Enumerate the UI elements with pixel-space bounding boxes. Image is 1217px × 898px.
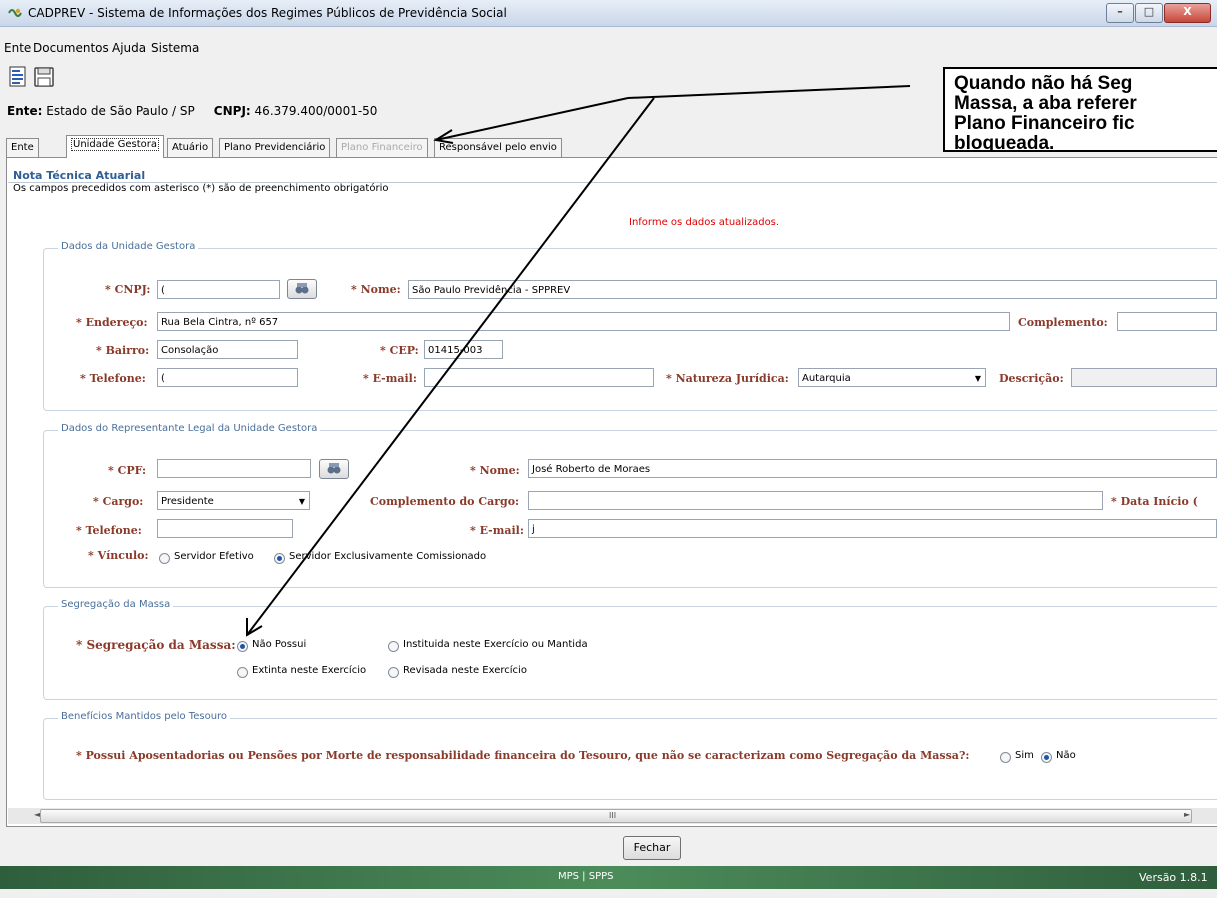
descricao-label: Descrição: <box>999 372 1064 385</box>
cargo-label: * Cargo: <box>93 495 144 508</box>
menu-ajuda[interactable]: Ajuda <box>112 41 146 55</box>
cpf-lookup-button[interactable] <box>319 459 349 479</box>
vinculo-label: * Vínculo: <box>88 549 149 562</box>
vinculo-comissionado-label: Servidor Exclusivamente Comissionado <box>289 551 487 562</box>
segregacao-group-title: Segregação da Massa <box>58 599 174 610</box>
complemento-input[interactable] <box>1117 312 1217 331</box>
rep-email-label: * E-mail: <box>470 524 524 537</box>
required-note: Os campos precedidos com asterisco (*) s… <box>13 183 389 194</box>
natureza-select[interactable]: Autarquia ▼ <box>798 368 986 387</box>
menu-sistema[interactable]: Sistema <box>151 41 199 55</box>
menu-ente[interactable]: Ente <box>4 41 31 55</box>
ente-info: Ente: Estado de São Paulo / SP CNPJ: 46.… <box>7 104 377 118</box>
annotation-leader-line <box>627 85 911 99</box>
maximize-button[interactable]: □ <box>1135 3 1163 23</box>
save-icon[interactable] <box>33 66 55 88</box>
tab-ente[interactable]: Ente <box>6 138 39 157</box>
document-icon[interactable] <box>7 66 29 88</box>
window-title: CADPREV - Sistema de Informações dos Reg… <box>28 6 507 20</box>
tab-plano-previdenciario[interactable]: Plano Previdenciário <box>219 138 331 157</box>
vinculo-efetivo-radio[interactable] <box>159 553 170 564</box>
dropdown-arrow-icon: ▼ <box>298 497 305 506</box>
tab-unidade-gestora[interactable]: Unidade Gestora <box>66 135 164 158</box>
cnpj-value: 46.379.400/0001-50 <box>254 104 378 118</box>
rep-nome-label: * Nome: <box>470 464 520 477</box>
bairro-label: * Bairro: <box>96 344 150 357</box>
info-message: Informe os dados atualizados. <box>629 217 780 228</box>
scrollbar-grip: III <box>609 811 617 820</box>
ente-value: Estado de São Paulo / SP <box>46 104 195 118</box>
rep-telefone-label: * Telefone: <box>76 524 142 537</box>
telefone-input[interactable]: ( <box>157 368 298 387</box>
cep-label: * CEP: <box>380 344 419 357</box>
beneficios-sim-label: Sim <box>1015 750 1034 761</box>
rep-nome-input[interactable]: José Roberto de Moraes <box>528 459 1217 478</box>
cadprev-logo-icon <box>8 8 22 17</box>
beneficios-nao-radio[interactable] <box>1041 752 1052 763</box>
close-button[interactable]: X <box>1164 3 1211 23</box>
binoculars-icon <box>295 283 309 294</box>
cpf-input[interactable] <box>157 459 311 478</box>
ente-label: Ente: <box>7 104 43 118</box>
arrow-to-tab-line <box>435 97 629 141</box>
annotation-callout: Quando não há Seg Massa, a aba referer P… <box>943 67 1217 152</box>
vinculo-efetivo-label: Servidor Efetivo <box>174 551 254 562</box>
cnpj-label: CNPJ: <box>213 104 251 118</box>
section-title: Nota Técnica Atuarial <box>13 169 146 182</box>
vinculo-comissionado-radio[interactable] <box>274 553 285 564</box>
cnpj-lookup-button[interactable] <box>287 279 317 299</box>
segregacao-extinta-radio[interactable] <box>237 667 248 678</box>
dropdown-arrow-icon: ▼ <box>974 374 981 383</box>
cep-input[interactable]: 01415-003 <box>424 340 503 359</box>
segregacao-extinta-label: Extinta neste Exercício <box>252 665 367 676</box>
telefone-label: * Telefone: <box>80 372 146 385</box>
complemento-cargo-label: Complemento do Cargo: <box>370 495 520 508</box>
tab-plano-financeiro: Plano Financeiro <box>336 138 428 157</box>
rep-email-input[interactable]: j <box>528 519 1217 538</box>
status-center-text: MPS | SPPS <box>558 871 614 882</box>
natureza-label: * Natureza Jurídica: <box>666 372 789 385</box>
email-input[interactable] <box>424 368 654 387</box>
segregacao-revisada-label: Revisada neste Exercício <box>403 665 527 676</box>
nome-input[interactable]: São Paulo Previdência - SPPREV <box>408 280 1217 299</box>
nome-label: * Nome: <box>351 283 401 296</box>
endereco-input[interactable]: Rua Bela Cintra, nº 657 <box>157 312 1010 331</box>
complemento-label: Complemento: <box>1018 316 1108 329</box>
endereco-label: * Endereço: <box>76 316 148 329</box>
beneficios-sim-radio[interactable] <box>1000 752 1011 763</box>
beneficios-nao-label: Não <box>1056 750 1076 761</box>
representante-group-title: Dados do Representante Legal da Unidade … <box>58 423 321 434</box>
cpf-label: * CPF: <box>108 464 147 477</box>
cargo-select[interactable]: Presidente ▼ <box>157 491 310 510</box>
bairro-input[interactable]: Consolação <box>157 340 298 359</box>
version-text: Versão 1.8.1 <box>1139 871 1208 884</box>
segregacao-label: * Segregação da Massa: <box>76 638 236 652</box>
segregacao-revisada-radio[interactable] <box>388 667 399 678</box>
segregacao-instituida-radio[interactable] <box>388 641 399 652</box>
email-label: * E-mail: <box>363 372 417 385</box>
tab-responsavel[interactable]: Responsável pelo envio <box>434 138 562 157</box>
tab-atuario[interactable]: Atuário <box>167 138 214 157</box>
descricao-input[interactable] <box>1071 368 1217 387</box>
beneficios-group-title: Benefícios Mantidos pelo Tesouro <box>58 711 231 722</box>
rep-telefone-input[interactable] <box>157 519 293 538</box>
unidade-group-title: Dados da Unidade Gestora <box>58 241 199 252</box>
scroll-right-arrow-icon[interactable]: ► <box>1184 810 1190 819</box>
segregacao-nao-possui-label: Não Possui <box>252 639 307 650</box>
complemento-cargo-input[interactable] <box>528 491 1103 510</box>
minimize-button[interactable]: – <box>1106 3 1134 23</box>
beneficios-question: * Possui Aposentadorias ou Pensões por M… <box>76 749 970 762</box>
cnpj-label: * CNPJ: <box>105 283 151 296</box>
fechar-button[interactable]: Fechar <box>623 836 681 860</box>
data-inicio-label: * Data Início ( <box>1111 495 1198 508</box>
cnpj-input[interactable]: ( <box>157 280 280 299</box>
binoculars-icon <box>327 463 341 474</box>
menu-documentos[interactable]: Documentos <box>33 41 109 55</box>
segregacao-group <box>43 606 1217 700</box>
segregacao-instituida-label: Instituida neste Exercício ou Mantida <box>403 639 588 650</box>
segregacao-nao-possui-radio[interactable] <box>237 641 248 652</box>
